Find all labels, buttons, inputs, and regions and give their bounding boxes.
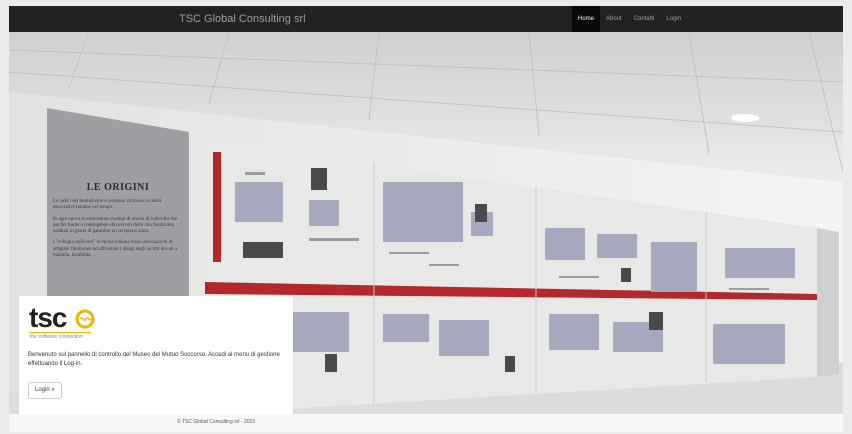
- panel-paragraph: Le radici del mutualismo si possono ritr…: [53, 199, 162, 211]
- panel-paragraph: In ogni epoca si intravedono esempi di u…: [53, 216, 178, 235]
- tsc-logo: tsc the software connection: [29, 302, 149, 344]
- nav-links: Home About Contatti Login: [572, 6, 687, 32]
- login-button[interactable]: Login »: [28, 382, 62, 399]
- logo-wordmark: tsc: [29, 302, 67, 333]
- infinity-icon: [75, 309, 95, 329]
- footer: © TSC Global Consulting srl - 2019: [9, 414, 843, 432]
- browser-frame: TSC Global Consulting srl Home About Con…: [9, 6, 843, 432]
- wall-panel-text: LE ORIGINI Le radici del mutualismo si p…: [53, 182, 183, 264]
- footer-copyright: © TSC Global Consulting srl - 2019: [177, 419, 256, 425]
- nav-login[interactable]: Login: [660, 6, 687, 32]
- nav-home[interactable]: Home: [572, 6, 601, 32]
- hero-image: LE ORIGINI Le radici del mutualismo si p…: [9, 32, 843, 414]
- welcome-card: tsc the software connection Benvenuto su…: [19, 296, 293, 414]
- navbar: TSC Global Consulting srl Home About Con…: [9, 6, 843, 32]
- panel-paragraph: I "collegia opificum" in epoca romana er…: [53, 240, 178, 259]
- panel-body: Le radici del mutualismo si possono ritr…: [53, 199, 183, 259]
- welcome-message: Benvenuto sul pannello di controllo del …: [28, 352, 280, 367]
- logo-divider: [29, 332, 91, 333]
- logo-subtitle: the software connection: [30, 334, 83, 340]
- brand-link[interactable]: TSC Global Consulting srl: [179, 6, 306, 32]
- nav-contatti[interactable]: Contatti: [628, 6, 661, 32]
- panel-title: LE ORIGINI: [86, 182, 150, 193]
- nav-about[interactable]: About: [600, 6, 628, 32]
